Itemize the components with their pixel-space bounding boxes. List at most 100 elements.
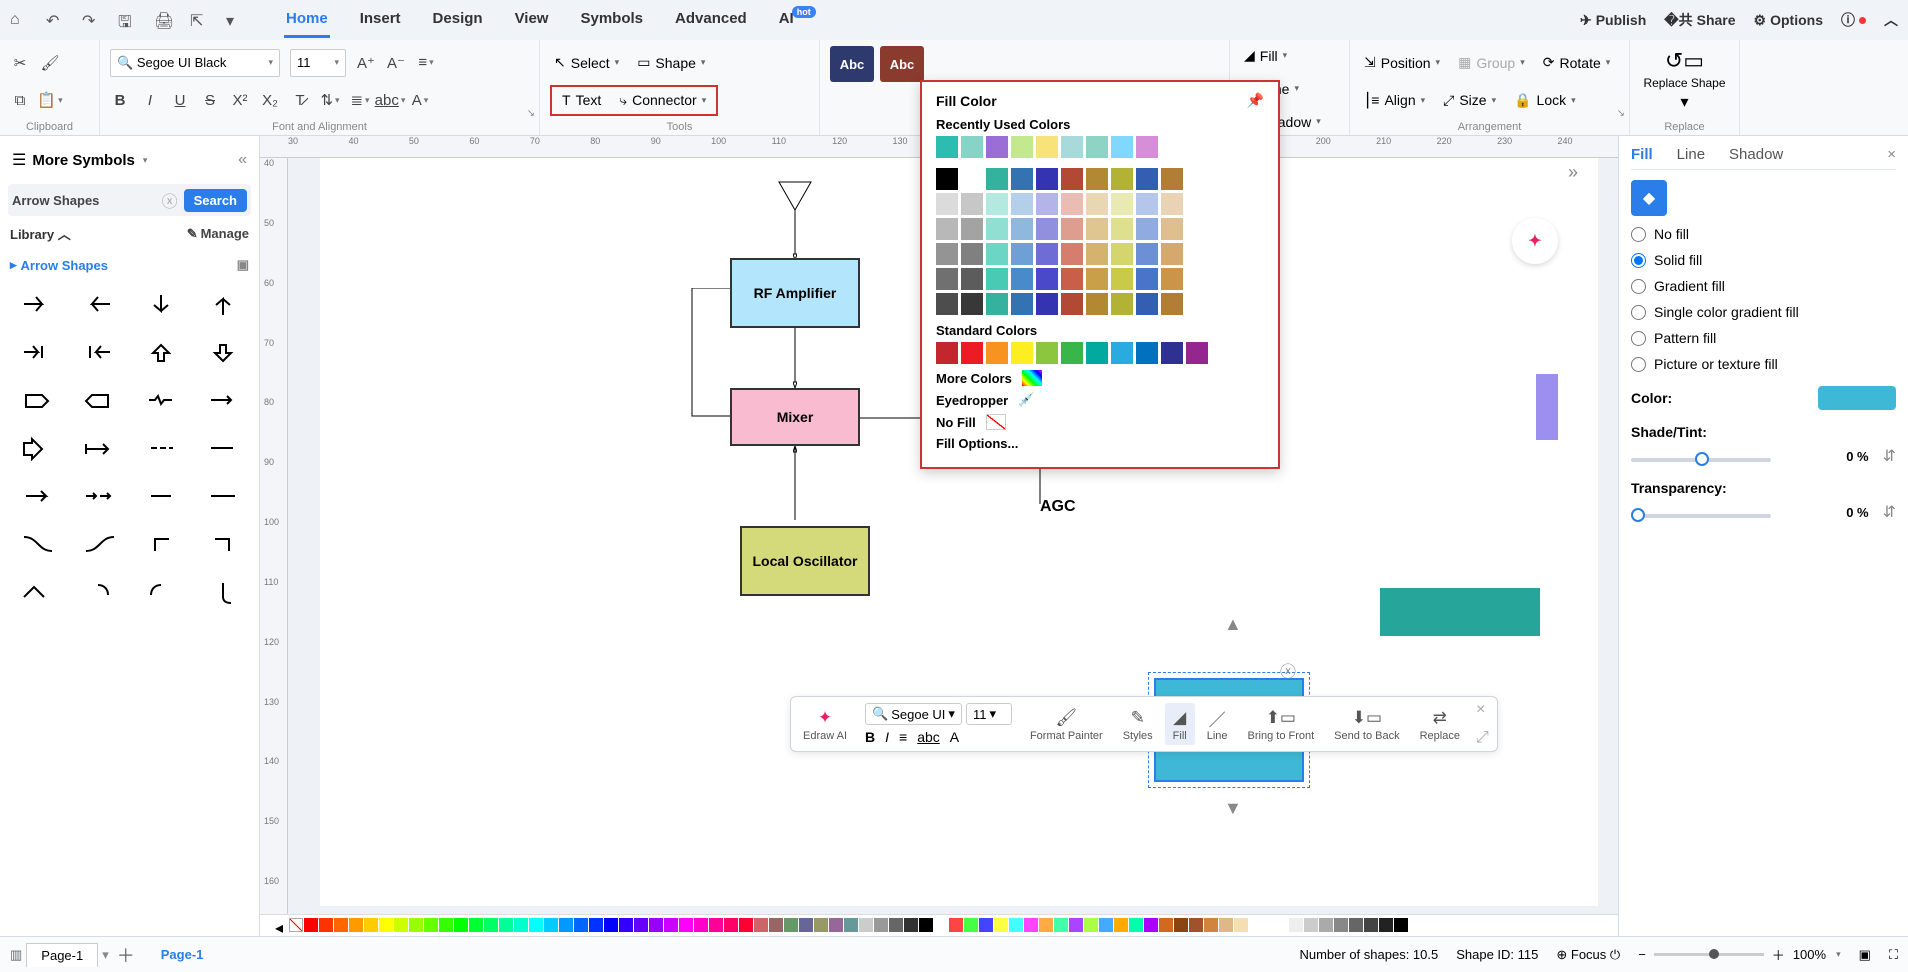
strip-color[interactable] <box>439 918 453 932</box>
paste-icon[interactable]: 📋▾ <box>40 90 60 110</box>
strip-color[interactable] <box>964 918 978 932</box>
expand-rpane-icon[interactable]: » <box>1568 162 1578 183</box>
strip-color[interactable] <box>1159 918 1173 932</box>
tab-ai[interactable]: AIhot <box>777 2 820 38</box>
theme-color-swatch[interactable] <box>1061 293 1083 315</box>
theme-color-swatch[interactable] <box>1011 193 1033 215</box>
subscript-button[interactable]: X₂ <box>260 90 280 110</box>
standard-color-swatch[interactable] <box>1086 342 1108 364</box>
theme-color-swatch[interactable] <box>1011 293 1033 315</box>
theme-color-swatch[interactable] <box>1036 193 1058 215</box>
arrow-shape-22[interactable] <box>135 525 187 563</box>
theme-color-swatch[interactable] <box>961 268 983 290</box>
arrow-shape-1[interactable] <box>72 285 124 323</box>
block-violet[interactable] <box>1536 374 1558 440</box>
strip-color[interactable] <box>319 918 333 932</box>
no-fill-button[interactable]: No Fill <box>936 414 1264 430</box>
strip-gray[interactable] <box>1304 918 1318 932</box>
float-italic[interactable]: I <box>885 729 889 745</box>
theme-color-swatch[interactable] <box>1086 168 1108 190</box>
fill-options-button[interactable]: Fill Options... <box>936 436 1264 451</box>
strip-gray[interactable] <box>1274 918 1288 932</box>
transparency-slider[interactable] <box>1631 514 1771 518</box>
theme-color-swatch[interactable] <box>1136 218 1158 240</box>
connector-1[interactable] <box>793 210 797 260</box>
more-symbols-button[interactable]: More Symbols <box>32 152 135 169</box>
font-family-select[interactable]: 🔍 Segoe UI Black▾ <box>110 49 280 77</box>
zoom-control[interactable]: − ＋ 100%▾ <box>1638 945 1840 964</box>
theme-color-swatch[interactable] <box>1161 193 1183 215</box>
strip-color[interactable] <box>1024 918 1038 932</box>
rtab-shadow[interactable]: Shadow <box>1729 146 1783 163</box>
cut-icon[interactable]: ✂ <box>10 53 30 73</box>
arrow-shape-13[interactable] <box>72 429 124 467</box>
theme-color-swatch[interactable] <box>1086 268 1108 290</box>
zoom-out-icon[interactable]: − <box>1638 947 1646 962</box>
library-toggle[interactable]: Library ︿ <box>10 224 71 243</box>
recent-color-swatch[interactable] <box>1061 136 1083 158</box>
strip-gray[interactable] <box>1379 918 1393 932</box>
manage-library-button[interactable]: ✎Manage <box>187 226 249 242</box>
delete-handle-icon[interactable]: ⓧ <box>1280 658 1296 682</box>
theme-color-swatch[interactable] <box>961 218 983 240</box>
arrow-shape-5[interactable] <box>72 333 124 371</box>
strip-gray[interactable] <box>1289 918 1303 932</box>
recent-color-swatch[interactable] <box>986 136 1008 158</box>
export-icon[interactable]: ⇱ <box>190 11 208 29</box>
theme-color-swatch[interactable] <box>1161 218 1183 240</box>
zoom-in-icon[interactable]: ＋ <box>1772 945 1785 964</box>
theme-color-swatch[interactable] <box>1161 293 1183 315</box>
quick-more-icon[interactable]: ▾ <box>226 11 244 29</box>
strip-color[interactable] <box>424 918 438 932</box>
clear-format-icon[interactable]: T̷ <box>290 90 310 110</box>
theme-color-swatch[interactable] <box>1111 293 1133 315</box>
strip-color[interactable] <box>934 918 948 932</box>
strip-color[interactable] <box>949 918 963 932</box>
arrow-shape-9[interactable] <box>72 381 124 419</box>
arrow-shape-4[interactable] <box>10 333 62 371</box>
strip-gray[interactable] <box>1334 918 1348 932</box>
float-line[interactable]: ／Line <box>1199 703 1236 745</box>
arrow-shape-19[interactable] <box>197 477 249 515</box>
theme-color-swatch[interactable] <box>1061 268 1083 290</box>
arrow-shape-16[interactable] <box>10 477 62 515</box>
float-fontcolor[interactable]: A <box>950 729 959 745</box>
strip-gray[interactable] <box>1394 918 1408 932</box>
strip-color[interactable] <box>1204 918 1218 932</box>
antenna-shape[interactable] <box>775 178 815 214</box>
theme-color-swatch[interactable] <box>1036 168 1058 190</box>
more-colors-button[interactable]: More Colors <box>936 370 1264 386</box>
strip-color[interactable] <box>904 918 918 932</box>
strip-color[interactable] <box>829 918 843 932</box>
arrow-shape-25[interactable] <box>72 573 124 611</box>
fit-page-icon[interactable]: ▣ <box>1859 947 1871 963</box>
arrow-shape-10[interactable] <box>135 381 187 419</box>
strip-color[interactable] <box>994 918 1008 932</box>
close-pane-icon[interactable]: × <box>1887 146 1896 163</box>
strip-color[interactable] <box>664 918 678 932</box>
theme-color-swatch[interactable] <box>1111 268 1133 290</box>
style-preset-2[interactable]: Abc <box>880 46 924 82</box>
strip-color[interactable] <box>1009 918 1023 932</box>
strip-color[interactable] <box>1084 918 1098 932</box>
theme-color-swatch[interactable] <box>1136 168 1158 190</box>
theme-color-swatch[interactable] <box>1011 268 1033 290</box>
fullscreen-icon[interactable]: ⛶ <box>1889 947 1898 963</box>
theme-color-swatch[interactable] <box>1061 218 1083 240</box>
transparency-stepper[interactable]: ⇵ <box>1883 502 1896 522</box>
arrangement-dialog-launcher[interactable]: ↘ <box>1617 108 1625 119</box>
strip-color[interactable] <box>889 918 903 932</box>
select-tool[interactable]: ↖Select▾ <box>550 51 623 74</box>
strip-color[interactable] <box>634 918 648 932</box>
block-teal[interactable] <box>1380 588 1540 636</box>
position-button[interactable]: ⇲Position▾ <box>1360 51 1444 74</box>
theme-color-swatch[interactable] <box>1036 268 1058 290</box>
strip-color[interactable] <box>334 918 348 932</box>
strip-color[interactable] <box>844 918 858 932</box>
strip-gray[interactable] <box>1364 918 1378 932</box>
theme-color-swatch[interactable] <box>1061 193 1083 215</box>
theme-color-swatch[interactable] <box>1036 218 1058 240</box>
block-local-oscillator[interactable]: Local Oscillator <box>740 526 870 596</box>
strip-color[interactable] <box>574 918 588 932</box>
standard-color-swatch[interactable] <box>1136 342 1158 364</box>
